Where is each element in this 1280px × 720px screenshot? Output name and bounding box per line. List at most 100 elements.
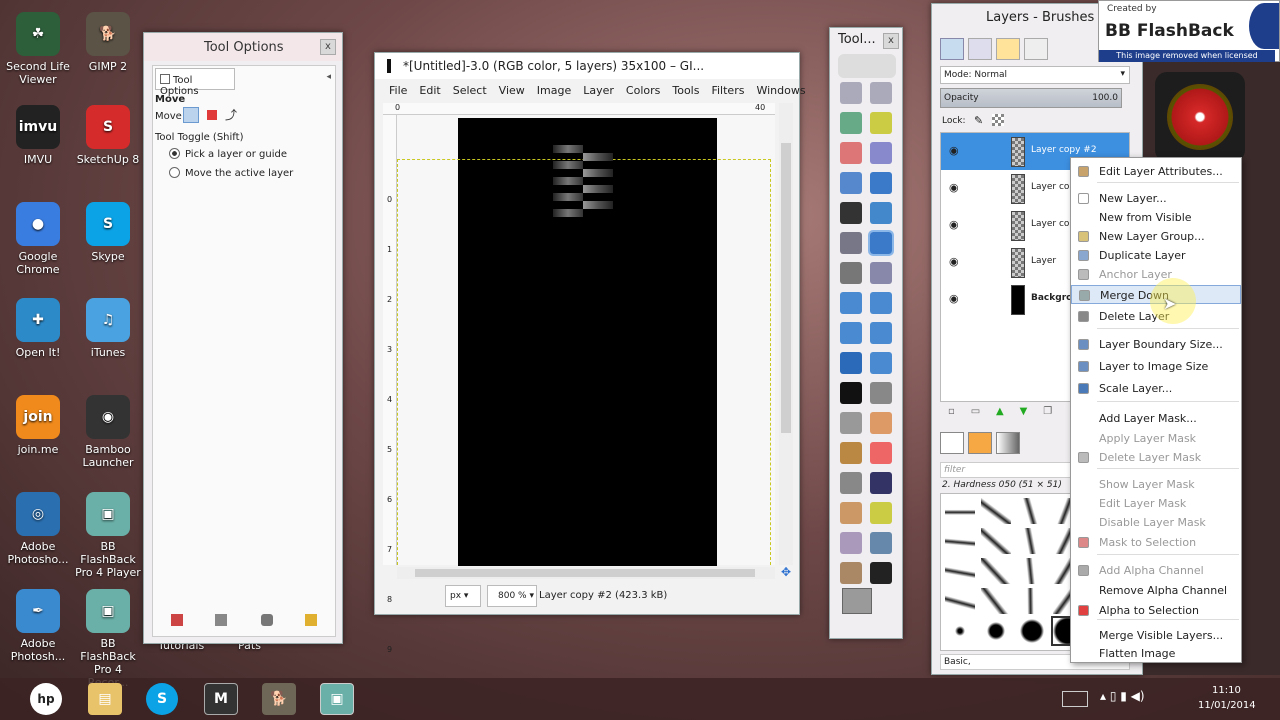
zoom-select[interactable]: 800 % ▾ — [487, 585, 537, 607]
new-layer-icon[interactable]: ▫ — [948, 406, 955, 417]
imvu-icon[interactable]: M — [204, 683, 238, 715]
menu-item-new-from-visible[interactable]: New from Visible — [1071, 208, 1241, 227]
canvas-area[interactable] — [397, 115, 775, 566]
menu-edit[interactable]: Edit — [419, 84, 440, 97]
brush-swatch[interactable] — [1017, 588, 1047, 614]
mode-select[interactable]: Mode: Normal ▾ — [940, 66, 1130, 84]
menu-item-new-layer-group[interactable]: New Layer Group... — [1071, 227, 1241, 246]
radio-move-active[interactable]: Move the active layer — [169, 167, 293, 179]
brush-swatch[interactable] — [945, 528, 975, 554]
desktop-icon[interactable]: ☘ Second Life Viewer — [4, 12, 72, 86]
menu-item-layer-to-image-size[interactable]: Layer to Image Size — [1071, 357, 1241, 376]
pencil-tool-icon[interactable] — [870, 412, 892, 434]
lower-layer-icon[interactable]: ▼ — [1020, 406, 1028, 417]
lock-alpha-icon[interactable] — [992, 114, 1004, 126]
measure-tool-icon[interactable] — [840, 232, 862, 254]
brush-swatch[interactable] — [1017, 498, 1047, 524]
lock-pixels-icon[interactable]: ✎ — [974, 114, 983, 127]
move-layer-icon[interactable] — [183, 107, 199, 123]
ruler-left[interactable]: 0 1 2 3 4 5 6 7 8 9 — [383, 115, 397, 654]
menu-view[interactable]: View — [499, 84, 525, 97]
desktop-icon[interactable]: join join.me — [4, 395, 72, 456]
desktop-icon[interactable]: ▣BB FlashBack Pro 4 Recor... — [74, 589, 142, 689]
clock-time[interactable]: 11:10 — [1212, 685, 1241, 696]
keyboard-icon[interactable] — [1062, 691, 1088, 707]
toolbox-title[interactable]: Tool... — [838, 32, 876, 47]
brush-swatch[interactable] — [981, 528, 1011, 554]
reset-options-icon[interactable] — [305, 614, 317, 626]
ellipse-select-tool-icon[interactable] — [870, 82, 892, 104]
unit-select[interactable]: px ▾ — [445, 585, 481, 607]
menu-item-new-layer[interactable]: New Layer... — [1071, 189, 1241, 208]
brush-swatch[interactable] — [1017, 618, 1047, 644]
menu-item-add-layer-mask[interactable]: Add Layer Mask... — [1071, 409, 1241, 428]
clock-date[interactable]: 11/01/2014 — [1198, 700, 1256, 711]
menu-item-alpha-to-selection[interactable]: Alpha to Selection — [1071, 601, 1241, 620]
paths-tab-icon[interactable] — [996, 38, 1020, 60]
menu-item-remove-alpha-channel[interactable]: Remove Alpha Channel — [1071, 581, 1241, 600]
desktop-icon[interactable]: ◉ Bamboo Launcher — [74, 395, 142, 469]
eye-icon[interactable]: ◉ — [949, 144, 959, 157]
text-tool-icon[interactable] — [840, 382, 862, 404]
paths-tool-icon[interactable] — [870, 172, 892, 194]
desktop-icon[interactable]: ● Google Chrome — [4, 202, 72, 276]
menu-item-edit-layer-attributes[interactable]: Edit Layer Attributes... — [1071, 162, 1241, 181]
eraser-tool-icon[interactable] — [870, 442, 892, 464]
bucket-fill-tool-icon[interactable] — [870, 382, 892, 404]
desktop-icon[interactable]: ♫ iTunes — [74, 298, 142, 359]
brush-swatch[interactable] — [981, 558, 1011, 584]
align-tool-icon[interactable] — [840, 262, 862, 284]
close-button[interactable]: x — [883, 33, 899, 49]
move-selection-icon[interactable] — [207, 110, 217, 120]
paintbrush-tool-icon[interactable] — [840, 442, 862, 464]
ink-tool-icon[interactable] — [870, 472, 892, 494]
scale-tool-icon[interactable] — [870, 292, 892, 314]
navigate-icon[interactable]: ✥ — [781, 565, 791, 579]
undo-tab-icon[interactable] — [1024, 38, 1048, 60]
menu-item-flatten-image[interactable]: Flatten Image — [1071, 644, 1241, 663]
layers-panel-title[interactable]: Layers - Brushes — [986, 10, 1094, 25]
tab-menu-icon[interactable]: ◂ — [326, 72, 331, 82]
menu-tools[interactable]: Tools — [672, 84, 699, 97]
menu-item-duplicate-layer[interactable]: Duplicate Layer — [1071, 246, 1241, 265]
zoom-tool-icon[interactable] — [870, 202, 892, 224]
menu-item-layer-boundary-size[interactable]: Layer Boundary Size... — [1071, 335, 1241, 354]
menu-image[interactable]: Image — [537, 84, 571, 97]
menu-layer[interactable]: Layer — [583, 84, 614, 97]
cage-tool-icon[interactable] — [870, 352, 892, 374]
brush-swatch[interactable] — [945, 498, 975, 524]
menu-item-merge-visible-layers[interactable]: Merge Visible Layers... — [1071, 626, 1241, 645]
airbrush-tool-icon[interactable] — [840, 472, 862, 494]
desktop-icon[interactable]: ✒ Adobe Photosh... — [4, 589, 72, 663]
gimp-icon[interactable]: 🐕 — [262, 683, 296, 715]
desktop-icon[interactable]: S Skype — [74, 202, 142, 263]
smudge-tool-icon[interactable] — [840, 562, 862, 584]
free-select-tool-icon[interactable] — [840, 112, 862, 134]
skype-icon[interactable]: S — [146, 683, 178, 715]
menu-windows[interactable]: Windows — [756, 84, 805, 97]
radio-pick-layer[interactable]: Pick a layer or guide — [169, 148, 287, 160]
clone-tool-icon[interactable] — [840, 502, 862, 524]
patterns-tab-icon[interactable] — [968, 432, 992, 454]
perspective-clone-tool-icon[interactable] — [840, 532, 862, 554]
brushes-tab-icon[interactable] — [940, 432, 964, 454]
tab-tool-options[interactable]: Tool Options — [155, 68, 235, 97]
desktop-icon[interactable]: 🐕 GIMP 2 — [74, 12, 142, 73]
hp-icon[interactable]: hp — [30, 683, 62, 715]
new-group-icon[interactable]: ▭ — [971, 406, 980, 417]
opacity-slider[interactable]: Opacity 100.0 — [940, 88, 1122, 108]
blur-tool-icon[interactable] — [870, 532, 892, 554]
crop-tool-icon[interactable] — [870, 262, 892, 284]
layers-tab-icon[interactable] — [940, 38, 964, 60]
menu-select[interactable]: Select — [453, 84, 487, 97]
flashback-icon[interactable]: ▣ — [320, 683, 354, 715]
gradients-tab-icon[interactable] — [996, 432, 1020, 454]
menu-file[interactable]: File — [389, 84, 407, 97]
tool-options-titlebar[interactable]: Tool Options x — [144, 33, 342, 61]
file-explorer-icon[interactable]: ▤ — [88, 683, 122, 715]
rect-select-tool-icon[interactable] — [840, 82, 862, 104]
horizontal-scroll-thumb[interactable] — [415, 569, 755, 577]
flip-tool-icon[interactable] — [840, 352, 862, 374]
desktop-icon[interactable]: imvu IMVU — [4, 105, 72, 166]
perspective-tool-icon[interactable] — [870, 322, 892, 344]
